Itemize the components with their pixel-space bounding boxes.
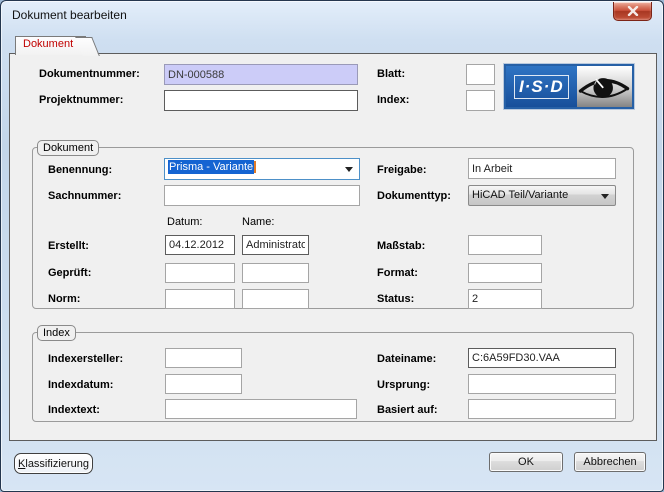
index-groupbox-title: Index (37, 325, 76, 341)
dokumenttyp-label: Dokumenttyp: (377, 190, 451, 202)
norm-label: Norm: (48, 293, 80, 305)
freigabe-label: Freigabe: (377, 164, 427, 176)
indextext-label: Indextext: (48, 404, 100, 416)
freigabe-field[interactable] (468, 158, 616, 179)
norm-datum-field[interactable] (165, 289, 235, 309)
geprueft-name-field[interactable] (242, 263, 309, 283)
chevron-down-icon (345, 167, 353, 172)
norm-name-field[interactable] (242, 289, 309, 309)
dateiname-label: Dateiname: (377, 353, 436, 365)
klassifizierung-button[interactable]: Klassifizierung (14, 453, 93, 474)
dateiname-field[interactable] (468, 348, 616, 368)
massstab-label: Maßstab: (377, 240, 425, 252)
indexdatum-field[interactable] (165, 374, 242, 394)
dokumenttyp-dropdown[interactable]: HiCAD Teil/Variante (468, 185, 616, 206)
erstellt-name-field[interactable] (242, 235, 309, 255)
blatt-field[interactable] (466, 64, 495, 85)
close-button[interactable] (613, 2, 652, 21)
sachnummer-label: Sachnummer: (48, 190, 121, 202)
sachnummer-field[interactable] (164, 185, 360, 206)
basiert-auf-label: Basiert auf: (377, 404, 438, 416)
isd-logo-text: I·S·D (506, 66, 577, 107)
window-title: Dokument bearbeiten (12, 8, 127, 22)
erstellt-label: Erstellt: (48, 240, 89, 252)
erstellt-datum-field[interactable] (165, 235, 235, 255)
dokumenttyp-selected-text: HiCAD Teil/Variante (472, 189, 568, 201)
indextext-field[interactable] (165, 399, 357, 419)
index-label: Index: (377, 94, 409, 106)
geprueft-label: Geprüft: (48, 267, 91, 279)
status-field[interactable] (468, 289, 542, 309)
format-field[interactable] (468, 263, 542, 283)
ursprung-label: Ursprung: (377, 379, 430, 391)
projektnummer-field[interactable] (164, 90, 358, 111)
index-field[interactable] (466, 90, 495, 111)
eye-icon (577, 66, 632, 107)
dokument-groupbox-title: Dokument (37, 140, 99, 156)
isd-logo: I·S·D (504, 64, 634, 109)
dokumentnummer-label: Dokumentnummer: (39, 68, 140, 80)
ok-button-label: OK (490, 456, 562, 468)
geprueft-datum-field[interactable] (165, 263, 235, 283)
datum-column-header: Datum: (167, 216, 202, 228)
name-column-header: Name: (242, 216, 274, 228)
tab-content-panel: Dokumentnummer: Projektnummer: Blatt: In… (9, 53, 657, 441)
indexersteller-field[interactable] (165, 348, 242, 368)
benennung-combobox[interactable]: Prisma - Variante (164, 158, 360, 180)
massstab-field[interactable] (468, 235, 542, 255)
indexdatum-label: Indexdatum: (48, 379, 113, 391)
text-caret (254, 161, 256, 173)
blatt-label: Blatt: (377, 68, 405, 80)
dialog-window: Dokument bearbeiten Dokument Dokumentnum… (0, 0, 664, 492)
close-icon (627, 6, 639, 16)
ursprung-field[interactable] (468, 374, 616, 394)
ok-button[interactable]: OK (489, 452, 563, 472)
basiert-auf-field[interactable] (468, 399, 616, 419)
indexersteller-label: Indexersteller: (48, 353, 123, 365)
projektnummer-label: Projektnummer: (39, 94, 123, 106)
abbrechen-button[interactable]: Abbrechen (574, 452, 646, 472)
chevron-down-icon (601, 194, 609, 199)
status-label: Status: (377, 293, 414, 305)
title-bar[interactable]: Dokument bearbeiten (1, 1, 663, 31)
format-label: Format: (377, 267, 418, 279)
tab-dokument-label: Dokument (23, 38, 73, 50)
abbrechen-button-label: Abbrechen (575, 456, 645, 468)
benennung-selected-text: Prisma - Variante (168, 160, 254, 174)
dokumentnummer-field[interactable] (164, 64, 358, 85)
benennung-label: Benennung: (48, 164, 112, 176)
